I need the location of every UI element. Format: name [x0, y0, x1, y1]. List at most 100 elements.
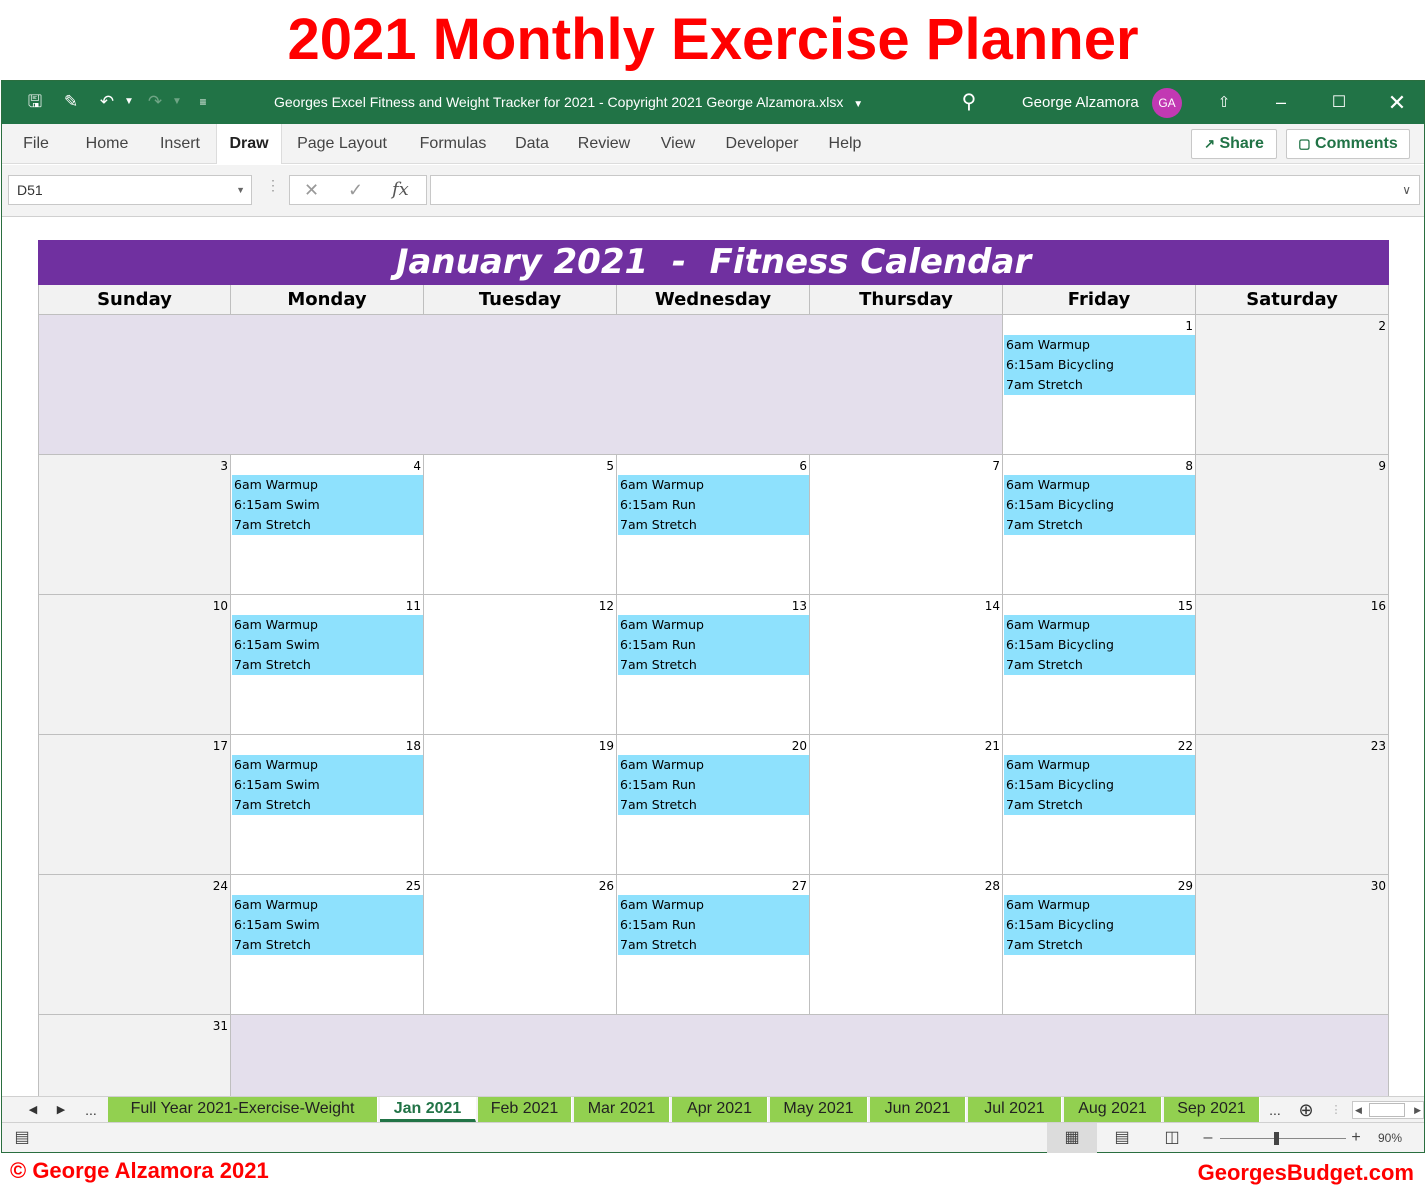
- maximize-button[interactable]: ☐: [1316, 81, 1362, 124]
- event-block[interactable]: 6am Warmup 6:15am Bicycling 7am Stretch: [1004, 755, 1195, 815]
- tab-page-layout[interactable]: Page Layout: [286, 124, 398, 164]
- ribbon-display-options-icon[interactable]: ⇧: [1201, 81, 1247, 124]
- sheet-tab[interactable]: May 2021: [770, 1097, 868, 1122]
- calendar-day-cell[interactable]: 11 6am Warmup 6:15am Swim 7am Stretch: [231, 595, 424, 735]
- insert-function-icon[interactable]: fx: [392, 176, 409, 204]
- tab-developer[interactable]: Developer: [714, 124, 810, 164]
- calendar-day-cell[interactable]: 13 6am Warmup 6:15am Run 7am Stretch: [617, 595, 810, 735]
- tab-formulas[interactable]: Formulas: [408, 124, 498, 164]
- calendar-day-cell[interactable]: 28: [810, 875, 1003, 1015]
- grip-icon[interactable]: ⋮: [266, 177, 280, 194]
- sheet-tab[interactable]: Full Year 2021-Exercise-Weight: [108, 1097, 378, 1122]
- calendar-day-cell[interactable]: 2: [1196, 315, 1389, 455]
- empty-day-block[interactable]: [38, 315, 1003, 455]
- event-block[interactable]: 6am Warmup 6:15am Bicycling 7am Stretch: [1004, 615, 1195, 675]
- sheet-tab[interactable]: Aug 2021: [1064, 1097, 1162, 1122]
- calendar-day-cell[interactable]: 23: [1196, 735, 1389, 875]
- calendar-day-cell[interactable]: 27 6am Warmup 6:15am Run 7am Stretch: [617, 875, 810, 1015]
- redo-icon[interactable]: ↷: [144, 91, 166, 113]
- tab-draw[interactable]: Draw: [216, 124, 282, 164]
- formula-input[interactable]: ∨: [430, 175, 1420, 205]
- macro-recording-icon[interactable]: ▤: [10, 1123, 34, 1153]
- event-block[interactable]: 6am Warmup 6:15am Bicycling 7am Stretch: [1004, 335, 1195, 395]
- sheet-tab[interactable]: Jun 2021: [870, 1097, 966, 1122]
- calendar-day-cell[interactable]: 12: [424, 595, 617, 735]
- zoom-slider[interactable]: [1220, 1138, 1346, 1139]
- calendar-day-cell[interactable]: 4 6am Warmup 6:15am Swim 7am Stretch: [231, 455, 424, 595]
- redo-dropdown-icon[interactable]: ▼: [166, 91, 188, 113]
- calendar-day-cell[interactable]: 18 6am Warmup 6:15am Swim 7am Stretch: [231, 735, 424, 875]
- more-tabs-left[interactable]: ...: [80, 1097, 102, 1123]
- calendar-day-cell[interactable]: 17: [38, 735, 231, 875]
- calendar-day-cell[interactable]: 22 6am Warmup 6:15am Bicycling 7am Stretch: [1003, 735, 1196, 875]
- calendar-day-cell[interactable]: 19: [424, 735, 617, 875]
- calendar-day-cell[interactable]: 1 6am Warmup 6:15am Bicycling 7am Stretch: [1003, 315, 1196, 455]
- event-block[interactable]: 6am Warmup 6:15am Bicycling 7am Stretch: [1004, 895, 1195, 955]
- expand-formula-icon[interactable]: ∨: [1402, 176, 1411, 204]
- name-box[interactable]: D51 ▼: [8, 175, 252, 205]
- event-block[interactable]: 6am Warmup 6:15am Swim 7am Stretch: [232, 475, 423, 535]
- tab-home[interactable]: Home: [74, 124, 140, 164]
- save-icon[interactable]: 🖫: [24, 91, 46, 113]
- calendar-day-cell[interactable]: 7: [810, 455, 1003, 595]
- event-block[interactable]: 6am Warmup 6:15am Swim 7am Stretch: [232, 895, 423, 955]
- more-tabs-right[interactable]: ...: [1264, 1097, 1286, 1123]
- undo-icon[interactable]: ↶: [96, 91, 118, 113]
- zoom-level[interactable]: 90%: [1370, 1123, 1410, 1153]
- zoom-out-icon[interactable]: –: [1200, 1123, 1216, 1153]
- calendar-day-cell[interactable]: 24: [38, 875, 231, 1015]
- tab-help[interactable]: Help: [818, 124, 872, 164]
- calendar-day-cell[interactable]: 25 6am Warmup 6:15am Swim 7am Stretch: [231, 875, 424, 1015]
- calendar-day-cell[interactable]: 20 6am Warmup 6:15am Run 7am Stretch: [617, 735, 810, 875]
- calendar-day-cell[interactable]: 6 6am Warmup 6:15am Run 7am Stretch: [617, 455, 810, 595]
- page-layout-view-icon[interactable]: ▤: [1100, 1123, 1144, 1153]
- zoom-slider-thumb[interactable]: [1274, 1132, 1279, 1145]
- calendar-day-cell[interactable]: 16: [1196, 595, 1389, 735]
- chevron-down-icon[interactable]: ▼: [236, 176, 245, 204]
- sheet-tab[interactable]: Jul 2021: [968, 1097, 1062, 1122]
- event-block[interactable]: 6am Warmup 6:15am Bicycling 7am Stretch: [1004, 475, 1195, 535]
- calendar-day-cell[interactable]: 8 6am Warmup 6:15am Bicycling 7am Stretch: [1003, 455, 1196, 595]
- event-block[interactable]: 6am Warmup 6:15am Run 7am Stretch: [618, 755, 809, 815]
- event-block[interactable]: 6am Warmup 6:15am Run 7am Stretch: [618, 895, 809, 955]
- comments-button[interactable]: ▢ Comments: [1286, 129, 1410, 159]
- event-block[interactable]: 6am Warmup 6:15am Run 7am Stretch: [618, 475, 809, 535]
- tab-file[interactable]: File: [8, 124, 64, 164]
- scroll-tabs-right-icon[interactable]: ▶: [50, 1097, 72, 1123]
- close-button[interactable]: ✕: [1374, 81, 1420, 124]
- share-button[interactable]: ↗ Share: [1191, 129, 1277, 159]
- splitter-icon[interactable]: ⋮: [1325, 1097, 1347, 1123]
- calendar-day-cell[interactable]: 3: [38, 455, 231, 595]
- calendar-day-cell[interactable]: 29 6am Warmup 6:15am Bicycling 7am Stretch: [1003, 875, 1196, 1015]
- avatar[interactable]: GA: [1152, 88, 1182, 118]
- enter-icon[interactable]: ✓: [348, 176, 363, 204]
- calendar-day-cell[interactable]: 9: [1196, 455, 1389, 595]
- scroll-right-icon[interactable]: ▶: [1414, 1102, 1421, 1118]
- minimize-button[interactable]: –: [1258, 81, 1304, 124]
- save-as-icon[interactable]: ✎: [60, 91, 82, 113]
- sheet-tab[interactable]: Mar 2021: [574, 1097, 670, 1122]
- empty-day-block[interactable]: [231, 1015, 1389, 1096]
- sheet-tab[interactable]: Sep 2021: [1164, 1097, 1260, 1122]
- calendar-day-cell[interactable]: 21: [810, 735, 1003, 875]
- title-dropdown-icon[interactable]: ▼: [853, 99, 863, 110]
- user-name[interactable]: George Alzamora: [1022, 81, 1139, 124]
- page-break-view-icon[interactable]: ◫: [1150, 1123, 1194, 1153]
- worksheet[interactable]: January 2021 - Fitness Calendar Sunday Mo…: [2, 218, 1424, 1096]
- tab-data[interactable]: Data: [506, 124, 558, 164]
- tab-review[interactable]: Review: [568, 124, 640, 164]
- zoom-in-icon[interactable]: +: [1348, 1123, 1364, 1153]
- event-block[interactable]: 6am Warmup 6:15am Run 7am Stretch: [618, 615, 809, 675]
- sheet-tab[interactable]: Feb 2021: [478, 1097, 572, 1122]
- calendar-day-cell[interactable]: 5: [424, 455, 617, 595]
- undo-dropdown-icon[interactable]: ▼: [118, 91, 140, 113]
- scroll-left-icon[interactable]: ◀: [1355, 1102, 1362, 1118]
- calendar-day-cell[interactable]: 10: [38, 595, 231, 735]
- search-icon[interactable]: ⚲: [958, 91, 980, 113]
- calendar-day-cell[interactable]: 15 6am Warmup 6:15am Bicycling 7am Stretch: [1003, 595, 1196, 735]
- calendar-day-cell[interactable]: 31: [38, 1015, 231, 1096]
- add-sheet-icon[interactable]: ⊕: [1295, 1097, 1317, 1123]
- calendar-day-cell[interactable]: 14: [810, 595, 1003, 735]
- event-block[interactable]: 6am Warmup 6:15am Swim 7am Stretch: [232, 615, 423, 675]
- tab-view[interactable]: View: [650, 124, 706, 164]
